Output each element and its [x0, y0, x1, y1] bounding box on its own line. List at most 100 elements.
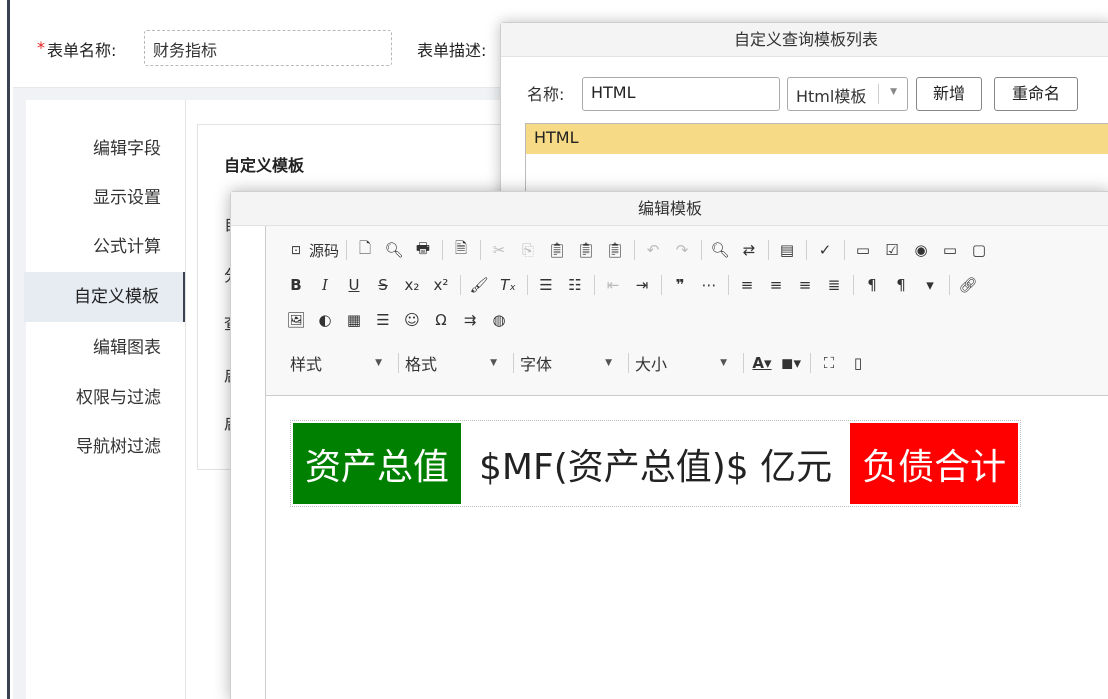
table-cell-total-liabilities[interactable]: 负债合计 — [850, 423, 1019, 504]
template-name-input[interactable]: HTML — [582, 77, 780, 111]
form-icon[interactable]: ▭ — [851, 238, 875, 262]
toolbar-separator — [527, 275, 528, 295]
font-combo[interactable]: 字体 ▼ — [520, 350, 626, 376]
replace-icon[interactable]: ⇄ — [737, 238, 761, 262]
bold-icon[interactable]: B — [284, 273, 308, 297]
format-combo[interactable]: 格式 ▼ — [405, 350, 511, 376]
page-break-icon[interactable]: ⇉ — [458, 308, 482, 332]
toolbar-row-1: ⊡ 源码 🗋 🔍︎ 🖶 🗎 ✂ ⎘ 📋︎ 📋︎ 📋︎ ↶ ↷ 🔍︎ ⇄ ▤ ✓ … — [284, 236, 996, 264]
rich-text-editor: ⊡ 源码 🗋 🔍︎ 🖶 🗎 ✂ ⎘ 📋︎ 📋︎ 📋︎ ↶ ↷ 🔍︎ ⇄ ▤ ✓ … — [265, 226, 1108, 699]
redo-icon[interactable]: ↷ — [670, 238, 694, 262]
div-container-icon[interactable]: ⋯ — [697, 273, 721, 297]
template-name-label: 名称: — [527, 85, 565, 104]
align-left-icon[interactable]: ≡ — [735, 273, 759, 297]
paste-text-icon[interactable]: 📋︎ — [574, 238, 598, 262]
show-blocks-icon[interactable]: ▯ — [846, 351, 870, 375]
outdent-icon[interactable]: ⇤ — [601, 273, 625, 297]
left-edge-bar — [0, 0, 10, 699]
text-direction-ltr-icon[interactable]: ¶ — [860, 273, 884, 297]
align-center-icon[interactable]: ≡ — [764, 273, 788, 297]
superscript-icon[interactable]: x² — [429, 273, 453, 297]
textarea-icon[interactable]: ▢ — [967, 238, 991, 262]
copy-icon[interactable]: ⎘ — [516, 238, 540, 262]
table-icon[interactable]: ▦ — [342, 308, 366, 332]
sidebar-item-edit-chart[interactable]: 编辑图表 — [24, 323, 185, 373]
editor-content-area[interactable]: 资产总值 $MF(资产总值)$ 亿元 负债合计 — [266, 396, 1108, 699]
list-item[interactable]: HTML — [526, 124, 1108, 154]
query-dialog-title[interactable]: 自定义查询模板列表 — [501, 23, 1108, 57]
toolbar-separator — [346, 240, 348, 260]
toolbar-separator — [628, 353, 629, 373]
undo-icon[interactable]: ↶ — [641, 238, 665, 262]
table-cell-total-assets[interactable]: 资产总值 — [293, 423, 462, 504]
horizontal-rule-icon[interactable]: ☰ — [371, 308, 395, 332]
spellcheck-icon[interactable]: ✓ — [813, 238, 837, 262]
sidebar-item-formula[interactable]: 公式计算 — [24, 222, 185, 272]
underline-icon[interactable]: U — [342, 273, 366, 297]
iframe-icon[interactable]: ◍ — [487, 308, 511, 332]
template-type-select[interactable]: Html模板 ▼ — [787, 77, 908, 111]
required-mark: * — [37, 38, 45, 57]
maximize-icon[interactable]: ⛶ — [817, 351, 841, 375]
table-cell-formula[interactable]: $MF(资产总值)$ 亿元 — [467, 423, 845, 504]
strikethrough-icon[interactable]: S — [371, 273, 395, 297]
subscript-icon[interactable]: x₂ — [400, 273, 424, 297]
align-right-icon[interactable]: ≡ — [793, 273, 817, 297]
numbered-list-icon[interactable]: ☰ — [534, 273, 558, 297]
preview-icon[interactable]: 🔍︎ — [382, 238, 406, 262]
size-combo[interactable]: 大小 ▼ — [635, 350, 741, 376]
style-combo[interactable]: 样式 ▼ — [290, 350, 396, 376]
print-icon[interactable]: 🖶 — [411, 238, 435, 262]
form-name-input[interactable]: 财务指标 — [144, 30, 392, 66]
templates-icon[interactable]: 🗎 — [449, 238, 473, 262]
toolbar-row-2: B I U S x₂ x² 🖌︎ Tₓ ☰ ☷ ⇤ ⇥ ❞ ⋯ ≡ ≡ ≡ ≣ … — [284, 271, 985, 299]
toolbar-separator — [460, 275, 461, 295]
smiley-icon[interactable]: ☺ — [400, 308, 424, 332]
select-all-icon[interactable]: ▤ — [775, 238, 799, 262]
edit-template-dialog: 编辑模板 ⊡ 源码 🗋 🔍︎ 🖶 🗎 ✂ ⎘ 📋︎ 📋︎ 📋︎ ↶ ↷ 🔍︎ ⇄… — [230, 191, 1108, 699]
rename-button[interactable]: 重命名 — [994, 77, 1078, 111]
special-char-icon[interactable]: Ω — [429, 308, 453, 332]
radio-icon[interactable]: ◉ — [909, 238, 933, 262]
image-icon[interactable]: 🖼︎ — [284, 308, 308, 332]
toolbar-separator — [442, 240, 444, 260]
toolbar-separator — [480, 240, 482, 260]
text-direction-rtl-icon[interactable]: ¶ — [889, 273, 913, 297]
toolbar-row-3: 🖼︎ ◐ ▦ ☰ ☺ Ω ⇉ ◍ — [284, 306, 516, 334]
toolbar-separator — [743, 353, 744, 373]
checkbox-icon[interactable]: ☑ — [880, 238, 904, 262]
edit-dialog-title[interactable]: 编辑模板 — [231, 192, 1108, 226]
sidebar-item-edit-fields[interactable]: 编辑字段 — [24, 124, 185, 174]
source-button[interactable]: 源码 — [309, 238, 339, 262]
sidebar-item-nav-tree-filter[interactable]: 导航树过滤 — [24, 422, 185, 472]
cut-icon[interactable]: ✂ — [487, 238, 511, 262]
textfield-icon[interactable]: ▭ — [938, 238, 962, 262]
sidebar-item-custom-template[interactable]: 自定义模板 — [24, 272, 185, 322]
blockquote-icon[interactable]: ❞ — [668, 273, 692, 297]
add-button[interactable]: 新增 — [916, 77, 982, 111]
copy-format-icon[interactable]: 🖌︎ — [467, 273, 491, 297]
find-icon[interactable]: 🔍︎ — [708, 238, 732, 262]
sidebar-item-permissions-filter[interactable]: 权限与过滤 — [24, 373, 185, 423]
language-icon[interactable]: ▾ — [918, 273, 942, 297]
link-icon[interactable]: 🔗︎ — [956, 273, 980, 297]
chevron-down-icon: ▼ — [720, 358, 727, 368]
style-combo-label: 样式 — [290, 355, 323, 374]
bg-color-icon[interactable]: ◼▾ — [779, 351, 803, 375]
italic-icon[interactable]: I — [313, 273, 337, 297]
sidebar-item-display-settings[interactable]: 显示设置 — [24, 173, 185, 223]
paste-word-icon[interactable]: 📋︎ — [603, 238, 627, 262]
flash-icon[interactable]: ◐ — [313, 308, 337, 332]
new-page-icon[interactable]: 🗋 — [353, 238, 377, 262]
format-combo-label: 格式 — [405, 355, 438, 374]
chevron-down-icon: ▼ — [890, 87, 897, 97]
bulleted-list-icon[interactable]: ☷ — [563, 273, 587, 297]
indent-icon[interactable]: ⇥ — [630, 273, 654, 297]
toolbar-separator — [728, 275, 729, 295]
text-color-icon[interactable]: A▾ — [750, 351, 774, 375]
toolbar-separator — [853, 275, 854, 295]
paste-icon[interactable]: 📋︎ — [545, 238, 569, 262]
remove-format-icon[interactable]: Tₓ — [496, 273, 520, 297]
template-table[interactable]: 资产总值 $MF(资产总值)$ 亿元 负债合计 — [290, 420, 1022, 507]
align-justify-icon[interactable]: ≣ — [822, 273, 846, 297]
